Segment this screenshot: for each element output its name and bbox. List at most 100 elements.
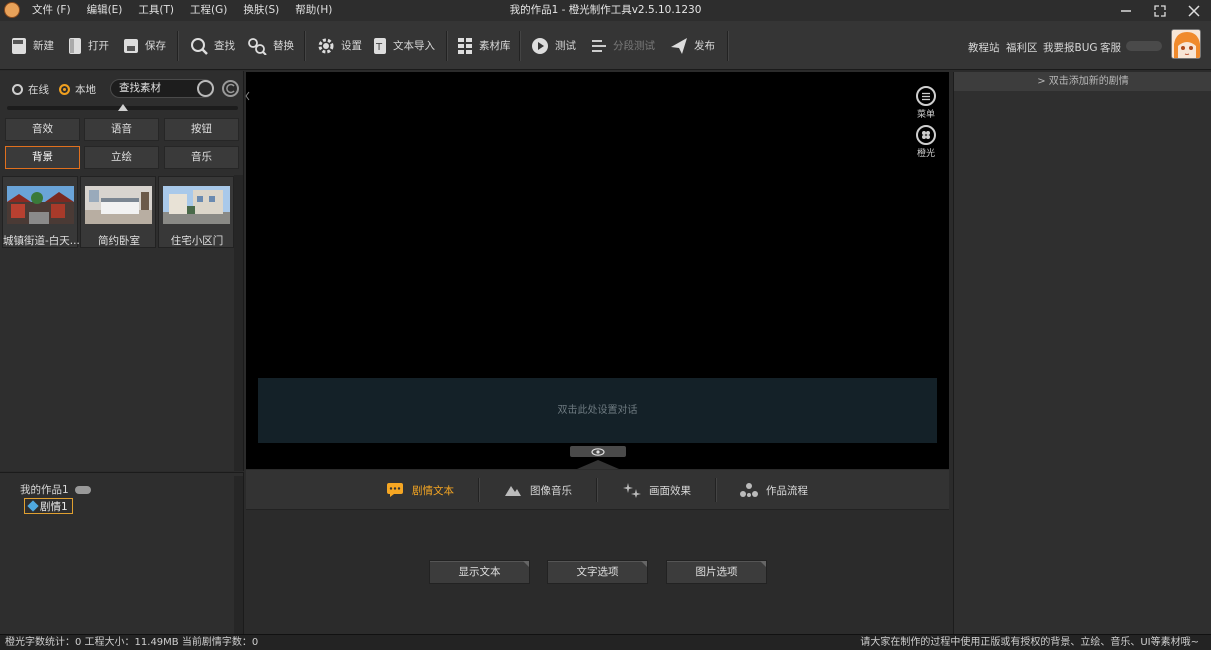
license-notice: 请大家在制作的过程中使用正版或有授权的背景、立绘、音乐、UI等素材哦~ [860, 637, 1199, 648]
panel-collapse-handle[interactable] [245, 72, 250, 120]
report-bug-link[interactable]: 我要报BUG [1043, 40, 1098, 55]
new-file-icon [12, 37, 26, 54]
menu-file[interactable]: 文件 (F) [32, 0, 71, 21]
source-local-radio[interactable]: 本地 [59, 82, 96, 97]
asset-library-button[interactable]: 素材库 [457, 21, 511, 70]
tutorial-link[interactable]: 教程站 [968, 40, 1000, 55]
welfare-link[interactable]: 福利区 [1006, 40, 1038, 55]
text-import-button[interactable]: T 文本导入 [373, 21, 435, 70]
save-button[interactable]: 保存 [123, 21, 166, 70]
story-list-panel: > 双击添加新的剧情 [953, 72, 1211, 634]
tab-divider [715, 478, 716, 502]
text-options-button[interactable]: 文字选项 [547, 560, 648, 584]
category-music[interactable]: 音乐 [164, 146, 239, 169]
replace-icon [248, 37, 267, 55]
asset-list-scrollbar[interactable] [234, 175, 243, 471]
find-button[interactable]: 查找 [190, 21, 235, 70]
theme-toggle[interactable] [1126, 41, 1162, 51]
svg-text:T: T [375, 42, 383, 53]
minimize-button[interactable] [1109, 0, 1143, 21]
menu-skin[interactable]: 换肤(S) [243, 0, 279, 21]
slider-thumb[interactable] [118, 104, 128, 111]
find-button-label: 查找 [214, 40, 235, 52]
new-button-label: 新建 [33, 40, 54, 52]
publish-button[interactable]: 发布 [670, 21, 715, 70]
replace-button[interactable]: 替换 [247, 21, 294, 70]
toolbar-divider [519, 31, 520, 61]
search-icon [191, 37, 208, 55]
tab-screen-effects[interactable]: 画面效果 [623, 470, 691, 510]
image-options-button[interactable]: 图片选项 [666, 560, 767, 584]
stage-preview[interactable]: 菜单 橙光 双击此处设置对话 [246, 72, 949, 469]
source-online-radio[interactable]: 在线 [12, 82, 49, 97]
menu-help[interactable]: 帮助(H) [295, 0, 332, 21]
category-portraits[interactable]: 立绘 [84, 146, 159, 169]
text-import-icon: T [374, 37, 386, 54]
dialog-visibility-button[interactable] [570, 446, 626, 457]
open-file-icon [69, 37, 81, 54]
radio-local-indicator [59, 84, 70, 95]
paper-plane-icon [671, 37, 687, 54]
text-import-button-label: 文本导入 [393, 40, 435, 52]
category-buttons[interactable]: 按钮 [164, 118, 239, 141]
asset-name: 简约卧室 [98, 235, 140, 247]
tab-story-text[interactable]: 剧情文本 [386, 470, 454, 510]
word-count-status: 橙光字数统计：0 工程大小：11.49MB 当前剧情字数：0 [5, 637, 259, 648]
collapse-handle[interactable] [577, 460, 619, 469]
menu-edit[interactable]: 编辑(E) [87, 0, 123, 21]
tab-image-music[interactable]: 图像音乐 [504, 470, 572, 510]
settings-button[interactable]: 设置 [317, 21, 362, 70]
editor-panel: 显示文本 文字选项 图片选项 [246, 511, 949, 634]
dialog-box[interactable]: 双击此处设置对话 [258, 378, 937, 443]
story-node-icon [27, 500, 39, 512]
project-tree: 我的作品1 剧情1 [0, 472, 244, 634]
play-icon [532, 37, 548, 54]
speech-bubble-icon [387, 483, 403, 497]
new-button[interactable]: 新建 [11, 21, 54, 70]
radio-online-label: 在线 [28, 84, 49, 96]
menu-tools[interactable]: 工具(T) [138, 0, 174, 21]
main-toolbar: 新建 打开 保存 查找 替换 设置 T 文本导入 素材库 测试 分段测试 发布 [0, 21, 1211, 70]
tab-work-flow[interactable]: 作品流程 [740, 470, 808, 510]
category-backgrounds[interactable]: 背景 [5, 146, 80, 169]
segment-test-button[interactable]: 分段测试 [591, 21, 655, 70]
close-button[interactable] [1177, 0, 1211, 21]
flow-nodes-icon [740, 483, 758, 497]
visibility-toggle-icon[interactable] [74, 485, 91, 494]
asset-thumbnail [163, 186, 230, 224]
story-node[interactable]: 剧情1 [24, 498, 73, 514]
save-icon [124, 38, 138, 53]
toolbar-divider [727, 31, 728, 61]
tab-screen-effects-label: 画面效果 [649, 484, 691, 497]
refresh-button[interactable] [222, 80, 239, 97]
story-node-label: 剧情1 [40, 500, 68, 513]
asset-item[interactable]: 简约卧室 [80, 176, 156, 248]
close-icon [1188, 4, 1200, 17]
avatar-image [1172, 30, 1200, 58]
tree-scrollbar[interactable] [234, 476, 243, 634]
title-bar: 文件 (F) 编辑(E) 工具(T) 工程(G) 换肤(S) 帮助(H) 我的作… [0, 0, 1211, 21]
category-voice[interactable]: 语音 [84, 118, 159, 141]
add-story-hint[interactable]: > 双击添加新的剧情 [954, 72, 1211, 91]
tab-divider [478, 478, 479, 502]
user-avatar[interactable] [1171, 29, 1201, 59]
asset-item[interactable]: 城镇街道-白天... [2, 176, 79, 248]
stage-menu-button[interactable]: 菜单 [913, 86, 939, 120]
project-root-node[interactable]: 我的作品1 [20, 482, 91, 497]
support-link[interactable]: 客服 [1100, 40, 1121, 55]
test-button[interactable]: 测试 [531, 21, 576, 70]
asset-search-button[interactable] [197, 80, 214, 97]
show-text-button[interactable]: 显示文本 [429, 560, 530, 584]
restore-button[interactable] [1143, 0, 1177, 21]
stage-brand-button[interactable]: 橙光 [913, 125, 939, 159]
tab-story-text-label: 剧情文本 [412, 484, 454, 497]
open-button[interactable]: 打开 [68, 21, 109, 70]
mountain-image-icon [505, 486, 521, 496]
residential-gate-thumbnail [163, 186, 230, 224]
asset-item[interactable]: 住宅小区门 [158, 176, 234, 248]
open-button-label: 打开 [88, 40, 109, 52]
radio-local-label: 本地 [75, 84, 96, 96]
restore-icon [1154, 4, 1166, 17]
menu-project[interactable]: 工程(G) [190, 0, 227, 21]
category-sound-effects[interactable]: 音效 [5, 118, 80, 141]
